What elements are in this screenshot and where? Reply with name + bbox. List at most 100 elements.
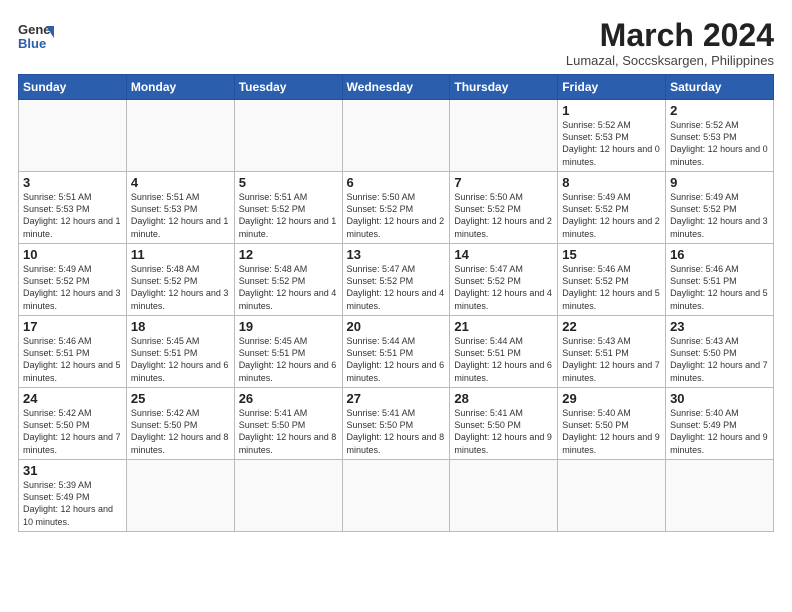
day-number: 3 (23, 175, 122, 190)
calendar-cell (558, 460, 666, 532)
calendar-cell: 5Sunrise: 5:51 AM Sunset: 5:52 PM Daylig… (234, 172, 342, 244)
day-info: Sunrise: 5:46 AM Sunset: 5:52 PM Dayligh… (562, 263, 661, 312)
calendar-week-1: 3Sunrise: 5:51 AM Sunset: 5:53 PM Daylig… (19, 172, 774, 244)
day-info: Sunrise: 5:44 AM Sunset: 5:51 PM Dayligh… (454, 335, 553, 384)
calendar-table: SundayMondayTuesdayWednesdayThursdayFrid… (18, 74, 774, 532)
day-number: 6 (347, 175, 446, 190)
day-info: Sunrise: 5:49 AM Sunset: 5:52 PM Dayligh… (23, 263, 122, 312)
day-info: Sunrise: 5:40 AM Sunset: 5:50 PM Dayligh… (562, 407, 661, 456)
header: General Blue March 2024 Lumazal, Soccsks… (18, 18, 774, 68)
calendar-cell: 14Sunrise: 5:47 AM Sunset: 5:52 PM Dayli… (450, 244, 558, 316)
day-info: Sunrise: 5:40 AM Sunset: 5:49 PM Dayligh… (670, 407, 769, 456)
day-info: Sunrise: 5:49 AM Sunset: 5:52 PM Dayligh… (562, 191, 661, 240)
day-info: Sunrise: 5:52 AM Sunset: 5:53 PM Dayligh… (670, 119, 769, 168)
day-number: 24 (23, 391, 122, 406)
day-info: Sunrise: 5:41 AM Sunset: 5:50 PM Dayligh… (347, 407, 446, 456)
calendar-cell (342, 460, 450, 532)
calendar-cell: 6Sunrise: 5:50 AM Sunset: 5:52 PM Daylig… (342, 172, 450, 244)
day-number: 10 (23, 247, 122, 262)
day-number: 2 (670, 103, 769, 118)
calendar-cell (126, 100, 234, 172)
calendar-cell: 1Sunrise: 5:52 AM Sunset: 5:53 PM Daylig… (558, 100, 666, 172)
day-number: 31 (23, 463, 122, 478)
day-info: Sunrise: 5:45 AM Sunset: 5:51 PM Dayligh… (239, 335, 338, 384)
calendar-cell: 30Sunrise: 5:40 AM Sunset: 5:49 PM Dayli… (666, 388, 774, 460)
day-number: 20 (347, 319, 446, 334)
location-subtitle: Lumazal, Soccsksargen, Philippines (566, 53, 774, 68)
day-number: 9 (670, 175, 769, 190)
weekday-header-sunday: Sunday (19, 75, 127, 100)
day-info: Sunrise: 5:51 AM Sunset: 5:53 PM Dayligh… (131, 191, 230, 240)
calendar-week-2: 10Sunrise: 5:49 AM Sunset: 5:52 PM Dayli… (19, 244, 774, 316)
calendar-cell (19, 100, 127, 172)
calendar-week-4: 24Sunrise: 5:42 AM Sunset: 5:50 PM Dayli… (19, 388, 774, 460)
calendar-week-3: 17Sunrise: 5:46 AM Sunset: 5:51 PM Dayli… (19, 316, 774, 388)
calendar-cell: 22Sunrise: 5:43 AM Sunset: 5:51 PM Dayli… (558, 316, 666, 388)
calendar-cell: 20Sunrise: 5:44 AM Sunset: 5:51 PM Dayli… (342, 316, 450, 388)
calendar-cell: 31Sunrise: 5:39 AM Sunset: 5:49 PM Dayli… (19, 460, 127, 532)
day-info: Sunrise: 5:48 AM Sunset: 5:52 PM Dayligh… (131, 263, 230, 312)
calendar-cell: 16Sunrise: 5:46 AM Sunset: 5:51 PM Dayli… (666, 244, 774, 316)
calendar-cell: 15Sunrise: 5:46 AM Sunset: 5:52 PM Dayli… (558, 244, 666, 316)
day-number: 18 (131, 319, 230, 334)
calendar-body: 1Sunrise: 5:52 AM Sunset: 5:53 PM Daylig… (19, 100, 774, 532)
calendar-cell: 25Sunrise: 5:42 AM Sunset: 5:50 PM Dayli… (126, 388, 234, 460)
day-info: Sunrise: 5:46 AM Sunset: 5:51 PM Dayligh… (670, 263, 769, 312)
calendar-cell: 23Sunrise: 5:43 AM Sunset: 5:50 PM Dayli… (666, 316, 774, 388)
calendar-cell: 21Sunrise: 5:44 AM Sunset: 5:51 PM Dayli… (450, 316, 558, 388)
day-info: Sunrise: 5:42 AM Sunset: 5:50 PM Dayligh… (131, 407, 230, 456)
day-number: 21 (454, 319, 553, 334)
day-number: 8 (562, 175, 661, 190)
calendar-cell (666, 460, 774, 532)
day-info: Sunrise: 5:47 AM Sunset: 5:52 PM Dayligh… (347, 263, 446, 312)
calendar-cell: 27Sunrise: 5:41 AM Sunset: 5:50 PM Dayli… (342, 388, 450, 460)
day-info: Sunrise: 5:51 AM Sunset: 5:53 PM Dayligh… (23, 191, 122, 240)
day-number: 16 (670, 247, 769, 262)
day-number: 22 (562, 319, 661, 334)
day-info: Sunrise: 5:44 AM Sunset: 5:51 PM Dayligh… (347, 335, 446, 384)
calendar-week-0: 1Sunrise: 5:52 AM Sunset: 5:53 PM Daylig… (19, 100, 774, 172)
day-number: 14 (454, 247, 553, 262)
weekday-header-tuesday: Tuesday (234, 75, 342, 100)
day-number: 28 (454, 391, 553, 406)
day-info: Sunrise: 5:51 AM Sunset: 5:52 PM Dayligh… (239, 191, 338, 240)
day-info: Sunrise: 5:49 AM Sunset: 5:52 PM Dayligh… (670, 191, 769, 240)
weekday-header-saturday: Saturday (666, 75, 774, 100)
calendar-cell: 2Sunrise: 5:52 AM Sunset: 5:53 PM Daylig… (666, 100, 774, 172)
day-number: 23 (670, 319, 769, 334)
day-number: 7 (454, 175, 553, 190)
calendar-cell: 12Sunrise: 5:48 AM Sunset: 5:52 PM Dayli… (234, 244, 342, 316)
day-number: 11 (131, 247, 230, 262)
day-number: 12 (239, 247, 338, 262)
calendar-cell: 13Sunrise: 5:47 AM Sunset: 5:52 PM Dayli… (342, 244, 450, 316)
day-number: 30 (670, 391, 769, 406)
day-info: Sunrise: 5:46 AM Sunset: 5:51 PM Dayligh… (23, 335, 122, 384)
day-number: 4 (131, 175, 230, 190)
calendar-cell: 29Sunrise: 5:40 AM Sunset: 5:50 PM Dayli… (558, 388, 666, 460)
calendar-cell: 26Sunrise: 5:41 AM Sunset: 5:50 PM Dayli… (234, 388, 342, 460)
calendar-cell: 7Sunrise: 5:50 AM Sunset: 5:52 PM Daylig… (450, 172, 558, 244)
day-info: Sunrise: 5:52 AM Sunset: 5:53 PM Dayligh… (562, 119, 661, 168)
page: General Blue March 2024 Lumazal, Soccsks… (0, 0, 792, 612)
day-info: Sunrise: 5:39 AM Sunset: 5:49 PM Dayligh… (23, 479, 122, 528)
day-number: 26 (239, 391, 338, 406)
calendar-header: SundayMondayTuesdayWednesdayThursdayFrid… (19, 75, 774, 100)
day-number: 25 (131, 391, 230, 406)
calendar-cell (450, 100, 558, 172)
day-number: 5 (239, 175, 338, 190)
day-number: 17 (23, 319, 122, 334)
day-info: Sunrise: 5:45 AM Sunset: 5:51 PM Dayligh… (131, 335, 230, 384)
day-info: Sunrise: 5:50 AM Sunset: 5:52 PM Dayligh… (347, 191, 446, 240)
calendar-cell: 10Sunrise: 5:49 AM Sunset: 5:52 PM Dayli… (19, 244, 127, 316)
day-info: Sunrise: 5:43 AM Sunset: 5:51 PM Dayligh… (562, 335, 661, 384)
calendar-cell: 9Sunrise: 5:49 AM Sunset: 5:52 PM Daylig… (666, 172, 774, 244)
month-title: March 2024 (566, 18, 774, 53)
day-info: Sunrise: 5:41 AM Sunset: 5:50 PM Dayligh… (454, 407, 553, 456)
day-info: Sunrise: 5:43 AM Sunset: 5:50 PM Dayligh… (670, 335, 769, 384)
calendar-cell: 28Sunrise: 5:41 AM Sunset: 5:50 PM Dayli… (450, 388, 558, 460)
day-info: Sunrise: 5:42 AM Sunset: 5:50 PM Dayligh… (23, 407, 122, 456)
day-info: Sunrise: 5:50 AM Sunset: 5:52 PM Dayligh… (454, 191, 553, 240)
weekday-header-row: SundayMondayTuesdayWednesdayThursdayFrid… (19, 75, 774, 100)
calendar-cell (234, 100, 342, 172)
calendar-week-5: 31Sunrise: 5:39 AM Sunset: 5:49 PM Dayli… (19, 460, 774, 532)
